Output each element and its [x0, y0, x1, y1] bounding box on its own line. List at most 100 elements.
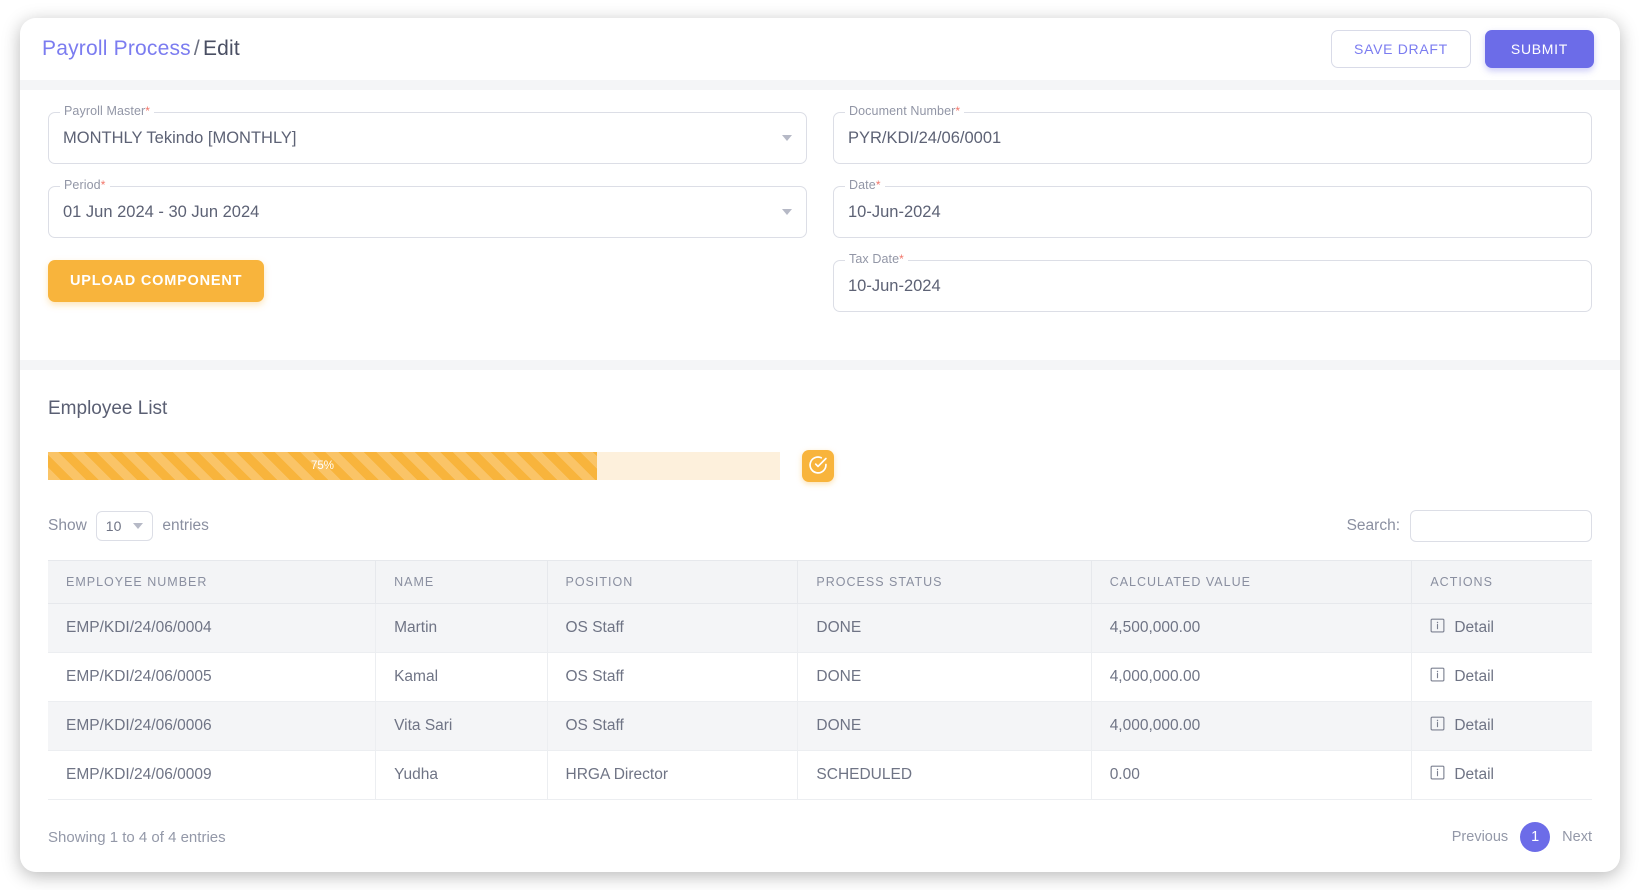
document-number-value: PYR/KDI/24/06/0001	[848, 128, 1002, 147]
tax-date-value: 10-Jun-2024	[848, 276, 941, 295]
column-header-name[interactable]: NAME	[375, 560, 548, 604]
check-circle-icon	[808, 455, 828, 478]
search-control: Search:	[1347, 510, 1592, 542]
table-row[interactable]: EMP/KDI/24/06/0009 Yudha HRGA Director S…	[48, 750, 1592, 800]
page-size-value: 10	[105, 518, 122, 534]
cell-actions: Detail	[1411, 701, 1592, 751]
field-date[interactable]: Date* 10-Jun-2024	[833, 178, 1592, 238]
cell-employee-number: EMP/KDI/24/06/0005	[48, 652, 377, 702]
cell-name: Kamal	[375, 652, 548, 702]
screen: Payroll Process / Edit SAVE DRAFT SUBMIT P…	[0, 0, 1640, 890]
payroll-form-card: Payroll Master* MONTHLY Tekindo [MONTHLY…	[20, 90, 1620, 360]
field-payroll-master[interactable]: Payroll Master* MONTHLY Tekindo [MONTHLY…	[48, 104, 807, 164]
detail-label: Detail	[1454, 766, 1494, 783]
employee-list-title: Employee List	[48, 398, 168, 419]
payroll-master-value: MONTHLY Tekindo [MONTHLY]	[63, 128, 297, 147]
period-value: 01 Jun 2024 - 30 Jun 2024	[63, 202, 260, 221]
cell-process-status: DONE	[797, 701, 1092, 751]
pagination-previous[interactable]: Previous	[1452, 829, 1508, 845]
period-label-text: Period	[64, 178, 101, 192]
cell-name: Martin	[375, 603, 548, 653]
progress-percent-label: 75%	[310, 460, 335, 472]
cell-employee-number: EMP/KDI/24/06/0006	[48, 701, 377, 751]
entries-summary: Showing 1 to 4 of 4 entries	[48, 828, 226, 846]
chevron-down-icon	[782, 135, 792, 141]
submit-button[interactable]: SUBMIT	[1484, 30, 1594, 68]
page-size-select[interactable]: 10	[95, 511, 154, 541]
employee-table: EMPLOYEE NUMBER NAME POSITION PROCESS ST…	[48, 560, 1592, 800]
cell-calculated-value: 4,500,000.00	[1091, 603, 1413, 653]
page-header: Payroll Process / Edit SAVE DRAFT SUBMIT	[20, 18, 1620, 80]
detail-action[interactable]: Detail	[1430, 618, 1574, 638]
period-select[interactable]: 01 Jun 2024 - 30 Jun 2024	[48, 186, 807, 238]
payroll-master-label: Payroll Master*	[60, 104, 155, 118]
cell-process-status: SCHEDULED	[797, 750, 1092, 800]
cell-position: HRGA Director	[547, 750, 799, 800]
field-period[interactable]: Period* 01 Jun 2024 - 30 Jun 2024	[48, 178, 807, 238]
info-square-icon	[1430, 716, 1445, 736]
document-number-input[interactable]: PYR/KDI/24/06/0001	[833, 112, 1592, 164]
chevron-down-icon	[782, 209, 792, 215]
header-actions: SAVE DRAFT SUBMIT	[1331, 30, 1594, 68]
info-square-icon	[1430, 765, 1445, 785]
detail-action[interactable]: Detail	[1430, 765, 1574, 785]
progress-bar-fill: 75%	[48, 452, 597, 480]
column-header-process-status[interactable]: PROCESS STATUS	[797, 560, 1092, 604]
date-input[interactable]: 10-Jun-2024	[833, 186, 1592, 238]
required-asterisk: *	[955, 104, 961, 118]
column-header-employee-number[interactable]: EMPLOYEE NUMBER	[48, 560, 377, 604]
tax-date-input[interactable]: 10-Jun-2024	[833, 260, 1592, 312]
required-asterisk: *	[145, 104, 151, 118]
document-number-label: Document Number*	[845, 104, 965, 118]
period-label: Period*	[60, 178, 110, 192]
required-asterisk: *	[100, 178, 106, 192]
tax-date-label-text: Tax Date	[849, 252, 900, 266]
field-document-number[interactable]: Document Number* PYR/KDI/24/06/0001	[833, 104, 1592, 164]
date-label-text: Date	[849, 178, 876, 192]
detail-action[interactable]: Detail	[1430, 716, 1574, 736]
pagination-page-1[interactable]: 1	[1520, 822, 1551, 852]
info-square-icon	[1430, 618, 1445, 638]
column-header-actions: ACTIONS	[1411, 560, 1592, 604]
date-value: 10-Jun-2024	[848, 202, 941, 221]
employee-table-body: EMP/KDI/24/06/0004 Martin OS Staff DONE …	[48, 603, 1592, 800]
employee-table-head: EMPLOYEE NUMBER NAME POSITION PROCESS ST…	[48, 560, 1592, 604]
form-column-left: Payroll Master* MONTHLY Tekindo [MONTHLY…	[48, 104, 807, 334]
required-asterisk: *	[875, 178, 881, 192]
cell-actions: Detail	[1411, 652, 1592, 702]
breadcrumb-link-payroll-process[interactable]: Payroll Process	[42, 37, 191, 60]
column-header-calculated-value[interactable]: CALCULATED VALUE	[1091, 560, 1413, 604]
table-row[interactable]: EMP/KDI/24/06/0006 Vita Sari OS Staff DO…	[48, 701, 1592, 751]
search-label: Search:	[1346, 517, 1400, 534]
field-tax-date[interactable]: Tax Date* 10-Jun-2024	[833, 252, 1592, 312]
table-row[interactable]: EMP/KDI/24/06/0005 Kamal OS Staff DONE 4…	[48, 652, 1592, 702]
table-row[interactable]: EMP/KDI/24/06/0004 Martin OS Staff DONE …	[48, 603, 1592, 653]
info-square-icon	[1430, 667, 1445, 687]
upload-component-button[interactable]: UPLOAD COMPONENT	[48, 260, 265, 302]
cell-employee-number: EMP/KDI/24/06/0004	[48, 603, 377, 653]
search-input[interactable]	[1410, 510, 1592, 542]
cell-process-status: DONE	[797, 652, 1092, 702]
column-header-position[interactable]: POSITION	[547, 560, 799, 604]
payroll-master-label-text: Payroll Master	[64, 104, 146, 118]
save-draft-button[interactable]: SAVE DRAFT	[1331, 30, 1471, 68]
date-label: Date*	[845, 178, 885, 192]
breadcrumb: Payroll Process / Edit	[42, 37, 240, 61]
confirm-process-button[interactable]	[802, 450, 834, 482]
cell-calculated-value: 4,000,000.00	[1091, 701, 1413, 751]
app-window: Payroll Process / Edit SAVE DRAFT SUBMIT P…	[20, 18, 1620, 872]
detail-label: Detail	[1454, 619, 1494, 636]
cell-position: OS Staff	[547, 652, 799, 702]
detail-action[interactable]: Detail	[1430, 667, 1574, 687]
show-label: Show	[48, 517, 87, 534]
document-number-label-text: Document Number	[849, 104, 956, 118]
cell-position: OS Staff	[547, 701, 799, 751]
cell-calculated-value: 0.00	[1091, 750, 1413, 800]
show-entries-control: Show 10 entries	[48, 511, 209, 541]
cell-employee-number: EMP/KDI/24/06/0009	[48, 750, 377, 800]
cell-name: Yudha	[375, 750, 548, 800]
tax-date-label: Tax Date*	[845, 252, 908, 266]
pagination-next[interactable]: Next	[1562, 829, 1592, 845]
detail-label: Detail	[1454, 668, 1494, 685]
payroll-master-select[interactable]: MONTHLY Tekindo [MONTHLY]	[48, 112, 807, 164]
